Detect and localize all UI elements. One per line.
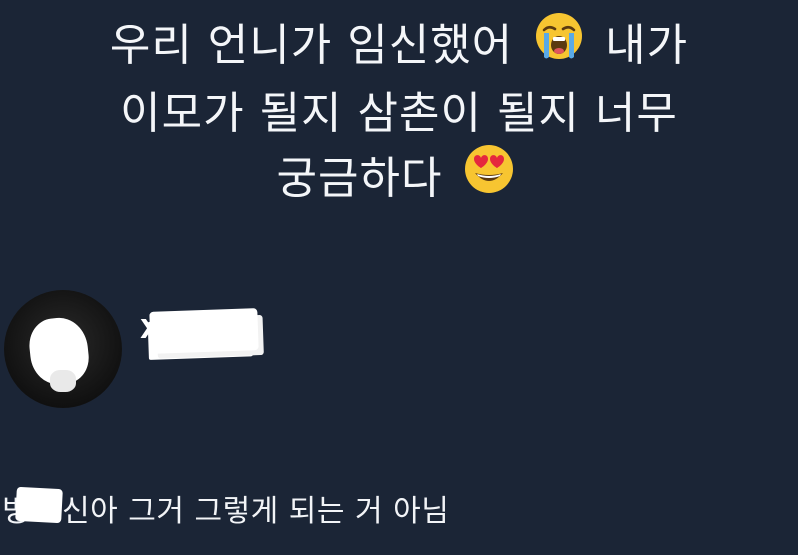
post-line-3-text: 궁금하다 xyxy=(276,153,443,204)
post-line-1: 우리 언니가 임신했어 내가 xyxy=(0,11,798,82)
post-line-1-text: 우리 언니가 임신했어 xyxy=(109,20,514,71)
username-redaction xyxy=(149,308,259,354)
heart-eyes-face-icon xyxy=(463,143,515,213)
loudly-crying-face-icon xyxy=(534,11,584,79)
reply-header: X xyxy=(0,285,798,445)
comment-text: 신아 그거 그렇게 되는 거 아님 xyxy=(62,494,450,529)
post-line-2: 이모가 될지 삼촌이 될지 너무 xyxy=(120,88,678,139)
avatar[interactable] xyxy=(4,290,122,408)
comment-redaction xyxy=(15,486,63,524)
reply-comment: 병 신아 그거 그렇게 되는 거 아님 xyxy=(0,478,798,538)
avatar-redaction-lower xyxy=(50,370,76,392)
post-line-1-tail: 내가 xyxy=(605,20,689,71)
post-line-3: 궁금하다 xyxy=(0,143,798,216)
post-text: 우리 언니가 임신했어 내가 이모가 될지 삼촌이 될지 너무 궁금하다 xyxy=(0,11,798,216)
